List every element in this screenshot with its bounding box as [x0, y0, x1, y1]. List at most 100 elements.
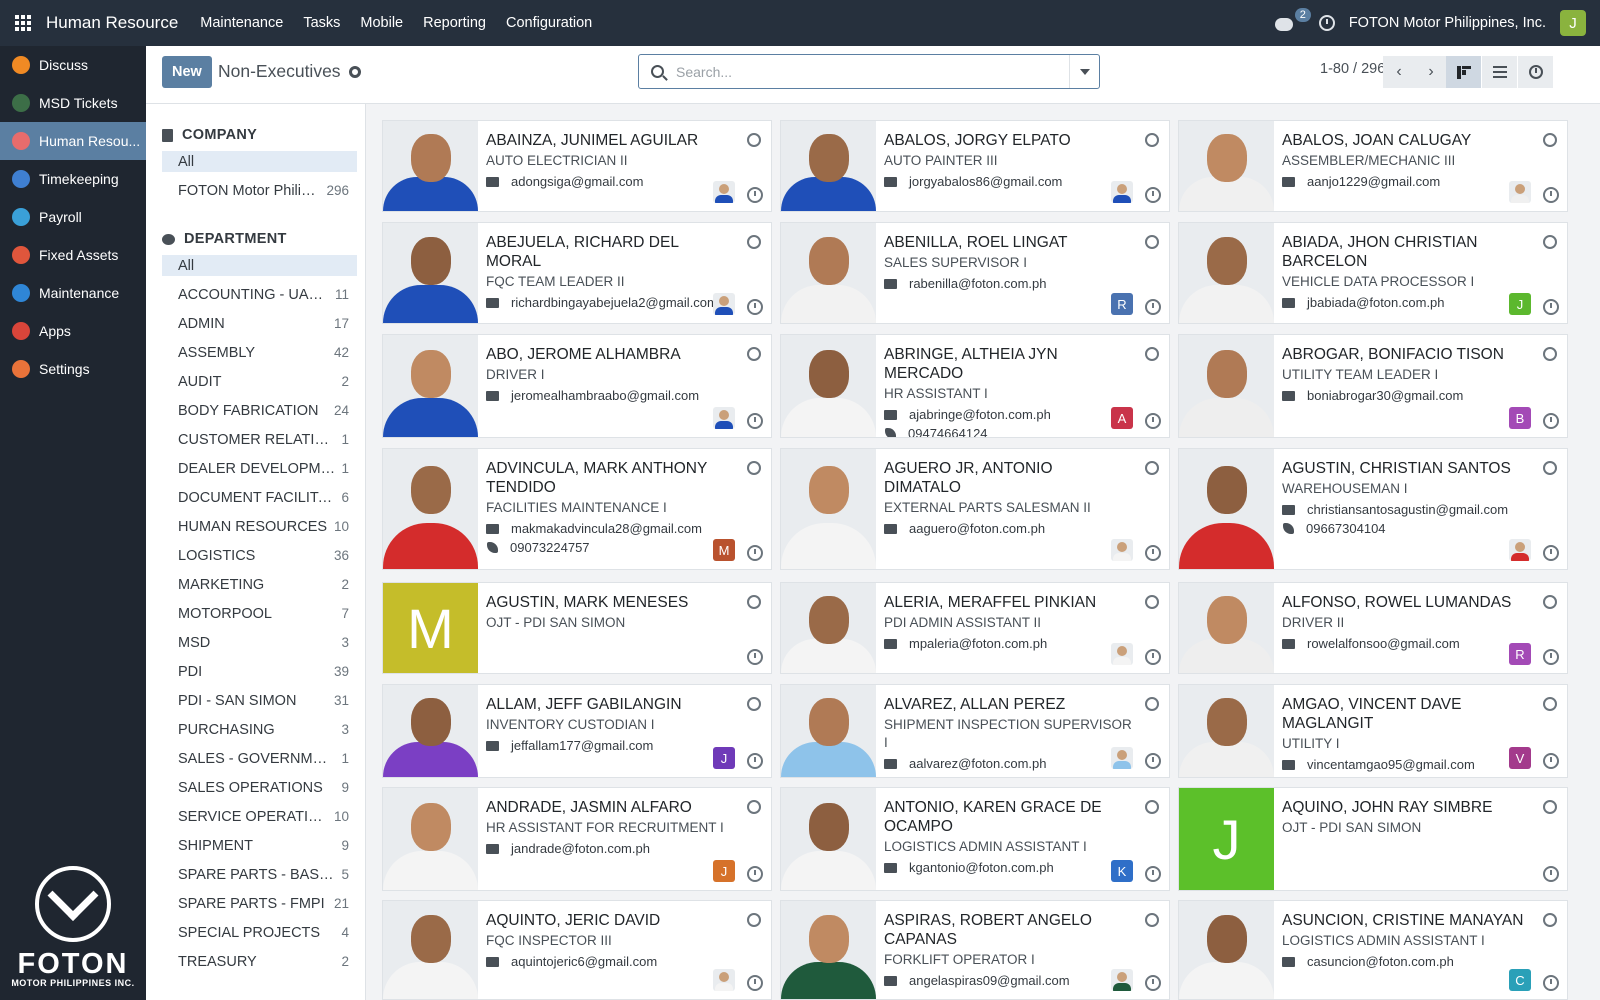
filter-item[interactable]: All — [162, 255, 357, 276]
employee-card[interactable]: ABIADA, JHON CHRISTIAN BARCELON VEHICLE D… — [1178, 222, 1568, 324]
employee-card[interactable]: ABEJUELA, RICHARD DEL MORAL FQC TEAM LEAD… — [382, 222, 772, 324]
activity-clock-icon[interactable] — [747, 753, 763, 769]
app-item[interactable]: Apps — [0, 312, 146, 350]
activity-clock-icon[interactable] — [1543, 187, 1559, 203]
activity-clock-icon[interactable] — [1145, 187, 1161, 203]
app-item[interactable]: Discuss — [0, 46, 146, 84]
pager-previous-button[interactable]: ‹ — [1383, 56, 1415, 88]
filter-item[interactable]: MOTORPOOL 7 — [162, 599, 357, 628]
user-avatar[interactable]: J — [1560, 10, 1586, 36]
employee-card[interactable]: AQUINTO, JERIC DAVID FQC INSPECTOR III aqu… — [382, 900, 772, 1000]
employee-card[interactable]: ABENILLA, ROEL LINGAT SALES SUPERVISOR I r… — [780, 222, 1170, 324]
activity-clock-icon[interactable] — [1543, 299, 1559, 315]
filter-item[interactable]: SHIPMENT 9 — [162, 831, 357, 860]
employee-card[interactable]: ASPIRAS, ROBERT ANGELO CAPANAS FORKLIFT O… — [780, 900, 1170, 1000]
activity-clock-icon[interactable] — [1543, 975, 1559, 991]
filter-item[interactable]: BODY FABRICATION 24 — [162, 396, 357, 425]
employee-card[interactable]: ALVAREZ, ALLAN PEREZ SHIPMENT INSPECTION … — [780, 684, 1170, 778]
activity-clock-icon[interactable] — [1543, 545, 1559, 561]
filter-item[interactable]: SERVICE OPERATIONS 10 — [162, 802, 357, 831]
employee-card[interactable]: ALFONSO, ROWEL LUMANDAS DRIVER II rowelalf… — [1178, 582, 1568, 674]
employee-card[interactable]: ALERIA, MERAFFEL PINKIAN PDI ADMIN ASSIST… — [780, 582, 1170, 674]
employee-card[interactable]: ANTONIO, KAREN GRACE DE OCAMPO LOGISTICS … — [780, 787, 1170, 891]
employee-card[interactable]: AGUERO JR, ANTONIO DIMATALO EXTERNAL PART… — [780, 448, 1170, 570]
filter-item[interactable]: PDI - SAN SIMON 31 — [162, 686, 357, 715]
activity-clock-icon[interactable] — [1543, 413, 1559, 429]
search-input[interactable] — [676, 63, 1069, 80]
activity-clock-icon[interactable] — [747, 649, 763, 665]
app-item[interactable]: Maintenance — [0, 274, 146, 312]
employee-card[interactable]: J AQUINO, JOHN RAY SIMBRE OJT - PDI SAN SI… — [1178, 787, 1568, 891]
employee-card[interactable]: ABALOS, JOAN CALUGAY ASSEMBLER/MECHANIC I… — [1178, 120, 1568, 212]
activity-clock-icon[interactable] — [1543, 649, 1559, 665]
employee-card[interactable]: ABALOS, JORGY ELPATO AUTO PAINTER III jorg… — [780, 120, 1170, 212]
app-item[interactable]: Settings — [0, 350, 146, 388]
menu-configuration[interactable]: Configuration — [506, 15, 592, 31]
activity-clock-icon[interactable] — [1145, 975, 1161, 991]
filter-item[interactable]: SALES - GOVERNMEN... 1 — [162, 744, 357, 773]
app-item[interactable]: Fixed Assets — [0, 236, 146, 274]
activity-view-button[interactable] — [1518, 56, 1553, 88]
employee-card[interactable]: ABROGAR, BONIFACIO TISON UTILITY TEAM LEA… — [1178, 334, 1568, 438]
menu-reporting[interactable]: Reporting — [423, 15, 486, 31]
activity-clock-icon[interactable] — [747, 866, 763, 882]
activity-clock-icon[interactable] — [1145, 413, 1161, 429]
app-brand[interactable]: Human Resource — [46, 13, 178, 33]
employee-card[interactable]: ALLAM, JEFF GABILANGIN INVENTORY CUSTODIA… — [382, 684, 772, 778]
activity-clock-icon[interactable] — [1543, 866, 1559, 882]
filter-item[interactable]: MARKETING 2 — [162, 570, 357, 599]
employee-card[interactable]: ASUNCION, CRISTINE MANAYAN LOGISTICS ADMI… — [1178, 900, 1568, 1000]
filter-item[interactable]: LOGISTICS 36 — [162, 541, 357, 570]
app-menu-icon[interactable] — [0, 0, 46, 46]
filter-item[interactable]: SPECIAL PROJECTS 4 — [162, 918, 357, 947]
activity-clock-icon[interactable] — [747, 545, 763, 561]
messages-icon[interactable]: 2 — [1274, 8, 1311, 33]
activity-clock-icon[interactable] — [747, 299, 763, 315]
pager-value[interactable]: 1-80 / 296 — [1320, 61, 1385, 77]
filter-item[interactable]: SPARE PARTS - FMPI 21 — [162, 889, 357, 918]
employee-card[interactable]: ABAINZA, JUNIMEL AGUILAR AUTO ELECTRICIAN… — [382, 120, 772, 212]
menu-maintenance[interactable]: Maintenance — [200, 15, 283, 31]
filter-item[interactable]: PDI 39 — [162, 657, 357, 686]
app-item[interactable]: Timekeeping — [0, 160, 146, 198]
app-item[interactable]: MSD Tickets — [0, 84, 146, 122]
filter-item[interactable]: CUSTOMER RELATION... 1 — [162, 425, 357, 454]
employee-card[interactable]: M AGUSTIN, MARK MENESES OJT - PDI SAN SIMO… — [382, 582, 772, 674]
filter-item[interactable]: ASSEMBLY 42 — [162, 338, 357, 367]
new-button[interactable]: New — [162, 56, 212, 88]
activity-clock-icon[interactable] — [1145, 299, 1161, 315]
filter-item[interactable]: SPARE PARTS - BASE 2 5 — [162, 860, 357, 889]
activity-clock-icon[interactable] — [747, 413, 763, 429]
app-item[interactable]: Human Resou... — [0, 122, 146, 160]
filter-item[interactable]: HUMAN RESOURCES 10 — [162, 512, 357, 541]
filter-item[interactable]: DOCUMENT FACILITA... 6 — [162, 483, 357, 512]
employee-card[interactable]: ABRINGE, ALTHEIA JYN MERCADO HR ASSISTANT… — [780, 334, 1170, 438]
activity-clock-icon[interactable] — [1543, 753, 1559, 769]
filter-item[interactable]: MSD 3 — [162, 628, 357, 657]
employee-card[interactable]: ANDRADE, JASMIN ALFARO HR ASSISTANT FOR R… — [382, 787, 772, 891]
activity-clock-icon[interactable] — [1145, 649, 1161, 665]
filter-item[interactable]: TREASURY 2 — [162, 947, 357, 976]
menu-mobile[interactable]: Mobile — [360, 15, 403, 31]
activity-clock-icon[interactable] — [1145, 545, 1161, 561]
activity-clock-icon[interactable] — [1145, 866, 1161, 882]
employee-card[interactable]: ABO, JEROME ALHAMBRA DRIVER I jeromealhamb… — [382, 334, 772, 438]
activity-clock-icon[interactable] — [1145, 753, 1161, 769]
filter-item[interactable]: AUDIT 2 — [162, 367, 357, 396]
activity-clock-icon[interactable] — [1318, 15, 1335, 31]
app-item[interactable]: Payroll — [0, 198, 146, 236]
filter-item[interactable]: FOTON Motor Philip... 296 — [162, 176, 357, 205]
filter-item[interactable]: SALES OPERATIONS 9 — [162, 773, 357, 802]
employee-card[interactable]: AMGAO, VINCENT DAVE MAGLANGIT UTILITY I vi… — [1178, 684, 1568, 778]
company-switcher[interactable]: FOTON Motor Philippines, Inc. — [1349, 15, 1546, 31]
list-view-button[interactable] — [1482, 56, 1517, 88]
filter-item[interactable]: PURCHASING 3 — [162, 715, 357, 744]
employee-card[interactable]: AGUSTIN, CHRISTIAN SANTOS WAREHOUSEMAN I c… — [1178, 448, 1568, 570]
gear-icon[interactable] — [348, 65, 361, 78]
filter-item[interactable]: DEALER DEVELOPMENT 1 — [162, 454, 357, 483]
employee-card[interactable]: ADVINCULA, MARK ANTHONY TENDIDO FACILITIE… — [382, 448, 772, 570]
activity-clock-icon[interactable] — [747, 187, 763, 203]
search-options-toggle[interactable] — [1069, 55, 1099, 88]
kanban-view-button[interactable] — [1446, 56, 1481, 88]
filter-item[interactable]: All — [162, 151, 357, 172]
